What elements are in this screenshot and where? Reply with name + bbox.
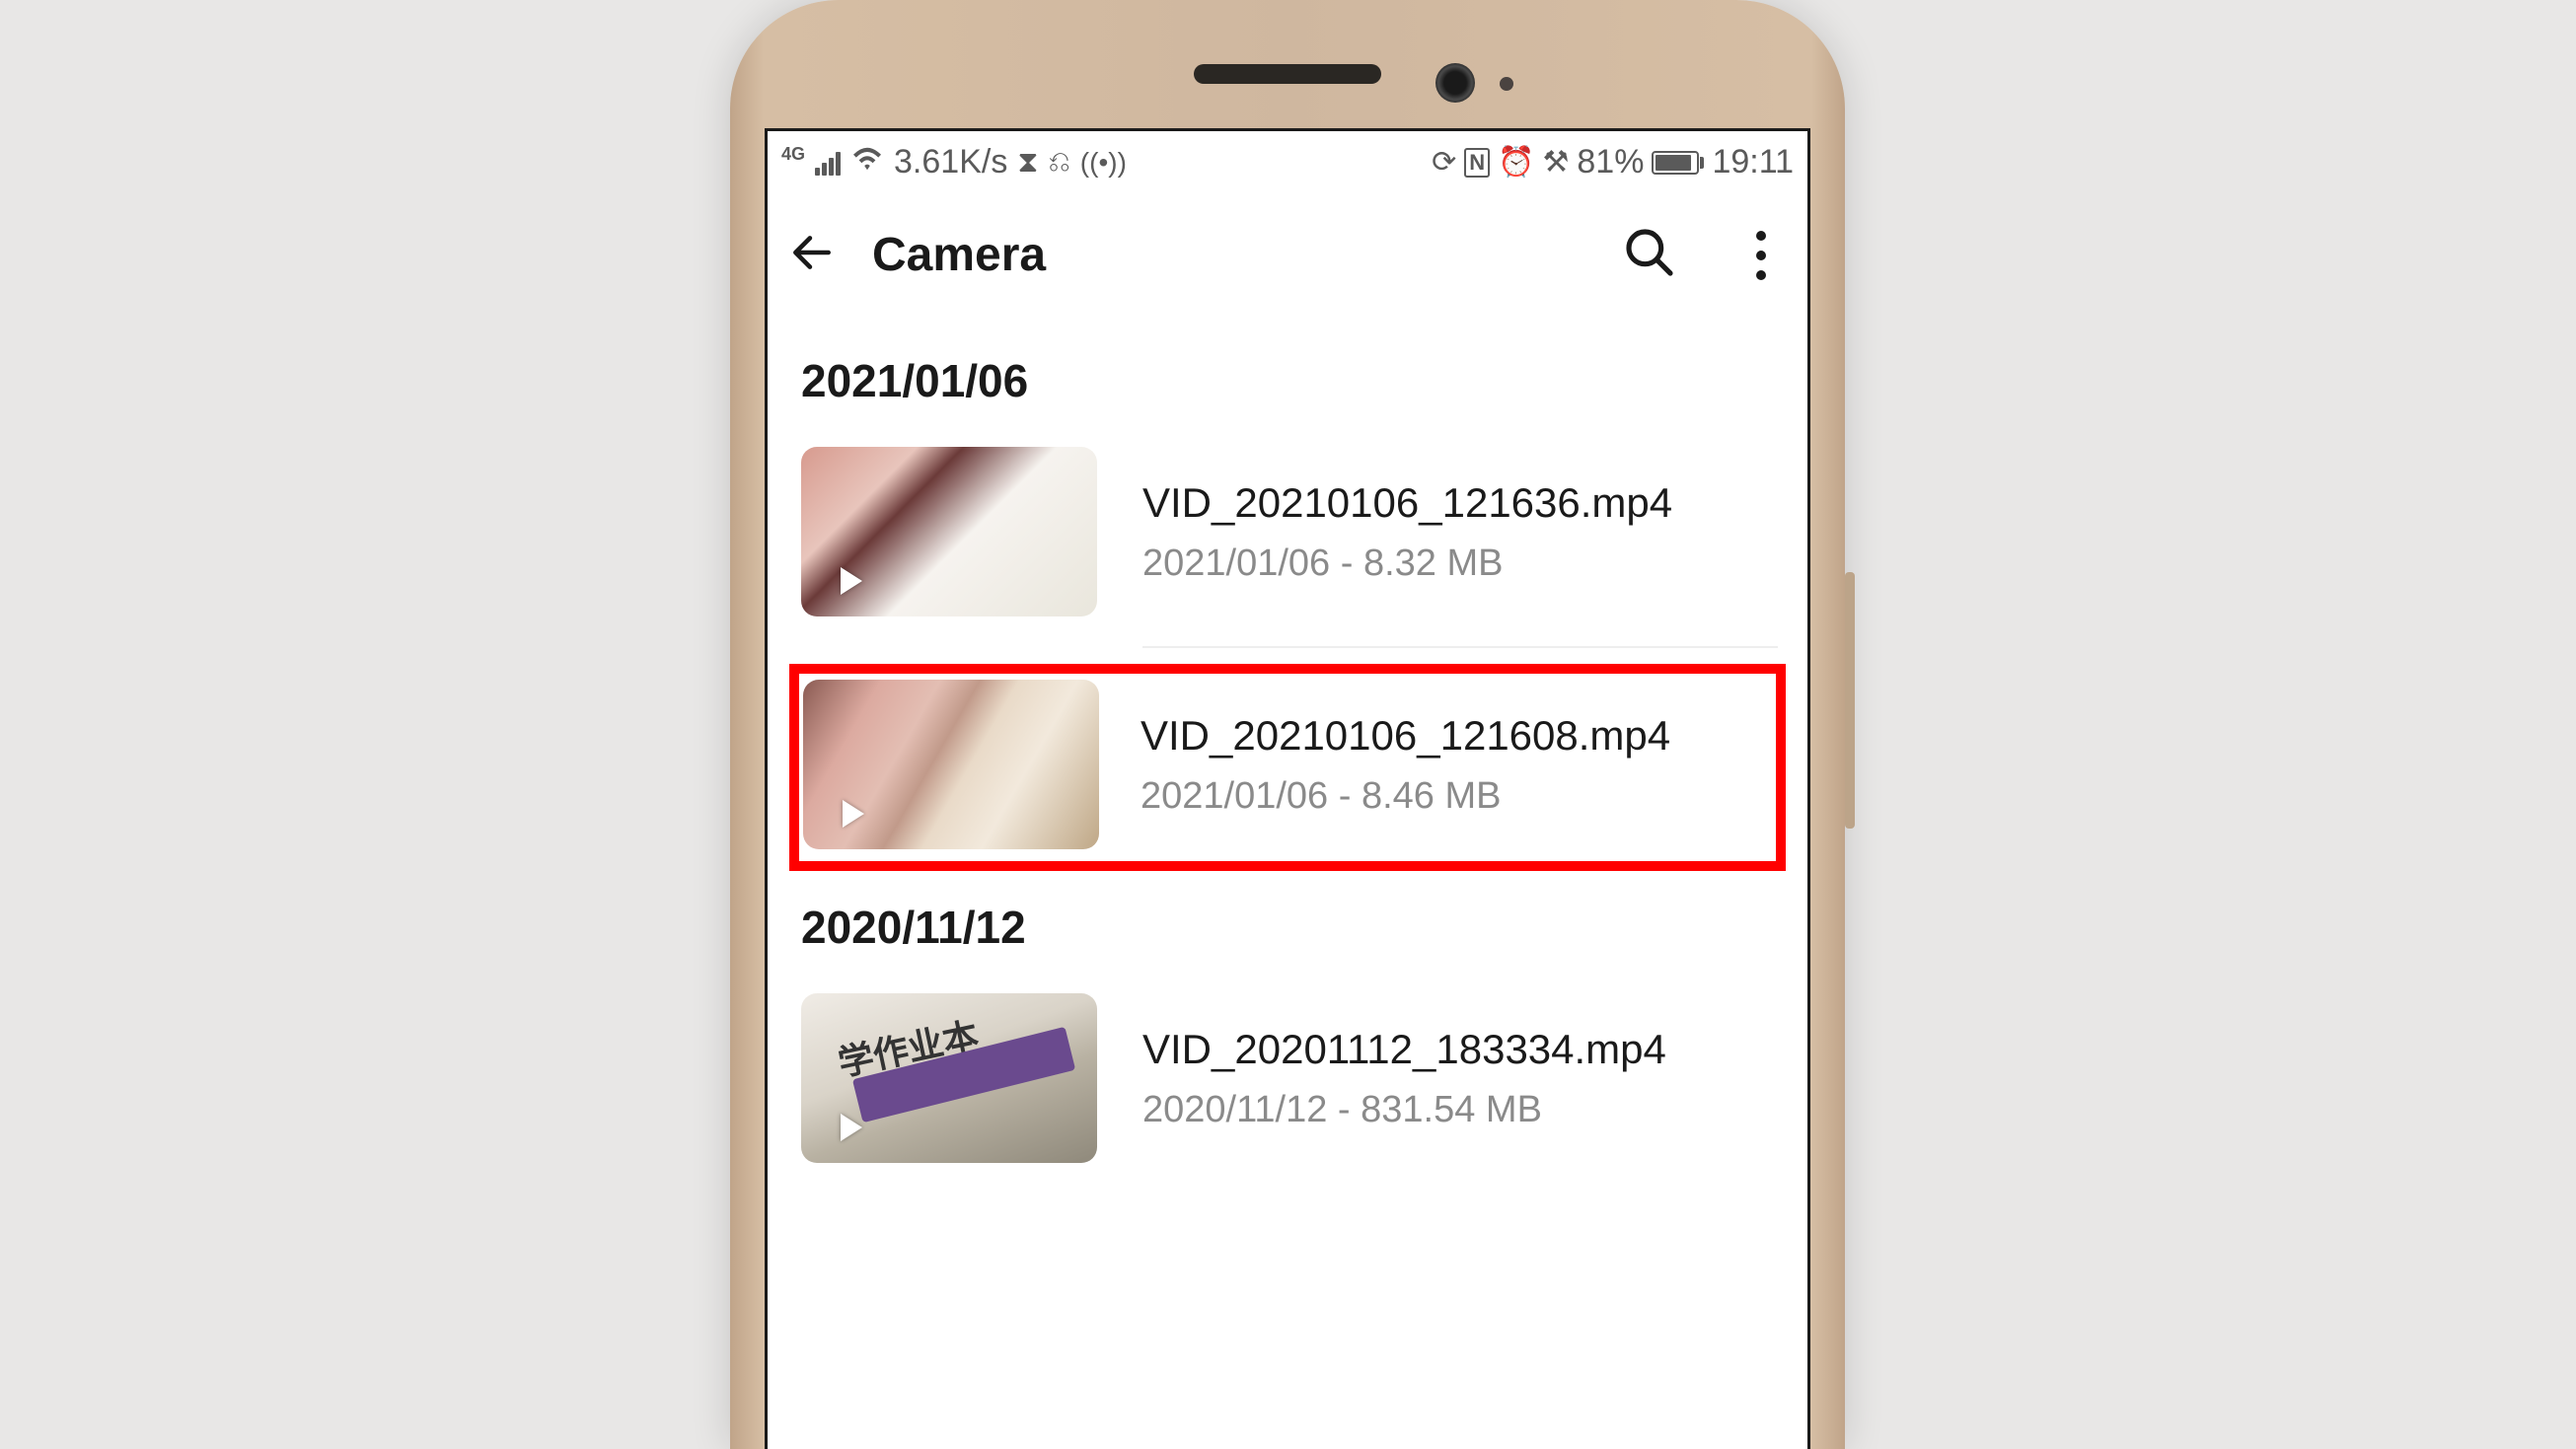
play-icon [843,800,864,828]
phone-frame: 4G 3.61K/s ⧗ ⎌ ((•)) ⟳ N ⏰ ⚒ 81% 19:11 [730,0,1845,1449]
file-meta-label: 2020/11/12 - 831.54 MB [1142,1089,1666,1131]
phone-sensor [1500,77,1513,91]
wifi-icon [850,143,884,181]
app-screen: 4G 3.61K/s ⧗ ⎌ ((•)) ⟳ N ⏰ ⚒ 81% 19:11 [765,128,1810,1449]
network-speed-label: 3.61K/s [894,143,1007,181]
video-thumbnail[interactable] [801,447,1097,616]
file-item[interactable]: VID_20201112_183334.mp4 2020/11/12 - 831… [797,983,1778,1173]
status-bar: 4G 3.61K/s ⧗ ⎌ ((•)) ⟳ N ⏰ ⚒ 81% 19:11 [768,131,1807,185]
file-name-label: VID_20210106_121608.mp4 [1141,712,1670,760]
battery-percent-label: 81% [1577,143,1644,181]
date-group-header: 2021/01/06 [797,325,1778,437]
divider [1142,646,1778,648]
nfc-icon: N [1464,148,1490,178]
file-item-highlighted[interactable]: VID_20210106_121608.mp4 2021/01/06 - 8.4… [789,664,1786,871]
back-button[interactable] [787,228,837,282]
date-group-header: 2020/11/12 [797,871,1778,983]
phone-hardware-top [730,49,1845,109]
clock-label: 19:11 [1712,143,1794,181]
search-button[interactable] [1622,225,1677,285]
play-icon [841,567,862,595]
file-meta-label: 2021/01/06 - 8.32 MB [1142,543,1672,585]
file-name-label: VID_20210106_121636.mp4 [1142,479,1672,527]
video-thumbnail[interactable] [803,680,1099,849]
alarm-icon: ⏰ [1498,145,1534,180]
phone-side-button [1845,572,1855,829]
file-name-label: VID_20201112_183334.mp4 [1142,1026,1666,1073]
app-header: Camera [768,185,1807,325]
page-title: Camera [872,228,1046,282]
phone-speaker [1194,64,1381,84]
hourglass-icon: ⧗ [1017,146,1038,180]
battery-icon [1652,151,1704,175]
file-list[interactable]: 2021/01/06 VID_20210106_121636.mp4 2021/… [768,325,1807,1173]
file-meta-label: 2021/01/06 - 8.46 MB [1141,775,1670,818]
video-thumbnail[interactable] [801,993,1097,1163]
more-options-button[interactable] [1742,231,1780,280]
phone-camera [1435,63,1475,103]
signal-icon [815,150,841,176]
sync-icon: ⟳ [1432,145,1456,180]
play-icon [841,1114,862,1141]
usb-icon: ⎌ [1048,146,1069,179]
bluetooth-icon: ⚒ [1542,145,1569,180]
file-item[interactable]: VID_20210106_121636.mp4 2021/01/06 - 8.3… [797,437,1778,626]
network-type-label: 4G [781,144,805,165]
hotspot-icon: ((•)) [1080,147,1127,179]
